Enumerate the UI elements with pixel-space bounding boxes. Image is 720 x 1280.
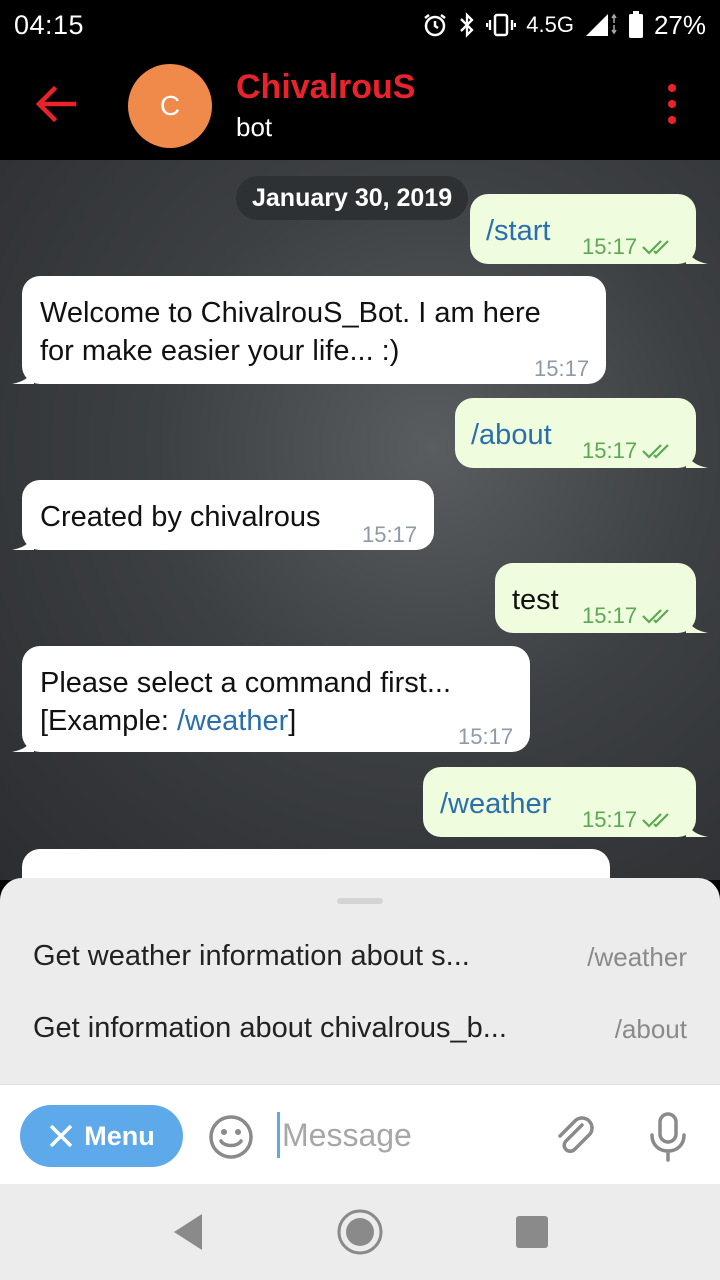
microphone-icon[interactable] bbox=[646, 1111, 690, 1163]
vibrate-icon bbox=[486, 12, 517, 38]
message-text-segment: [Example: bbox=[40, 705, 177, 737]
message-text-line: [Example: /weather] bbox=[40, 702, 296, 740]
system-nav-bar bbox=[0, 1184, 720, 1280]
nav-back-icon[interactable] bbox=[170, 1212, 206, 1252]
message-time: 15:17 bbox=[534, 356, 590, 381]
double-check-icon bbox=[642, 444, 669, 459]
message-text-line: for make easier your life... :) bbox=[40, 335, 400, 367]
command-description: Get weather information about s... bbox=[33, 940, 470, 972]
double-check-icon bbox=[642, 240, 669, 255]
double-check-icon bbox=[642, 813, 669, 828]
message-text-line: Welcome to ChivalrouS_Bot. I am here bbox=[40, 297, 541, 329]
text-cursor bbox=[277, 1112, 280, 1158]
date-label: January 30, 2019 bbox=[252, 183, 453, 212]
message-text-segment: ] bbox=[288, 705, 297, 737]
date-separator: January 30, 2019 bbox=[236, 176, 469, 220]
nav-recents-icon[interactable] bbox=[516, 1216, 548, 1248]
battery-icon bbox=[628, 11, 644, 39]
message-incoming[interactable]: Please select a command first... [Exampl… bbox=[12, 646, 530, 752]
alarm-icon bbox=[422, 12, 448, 38]
message-outgoing[interactable]: /start 15:17 bbox=[470, 194, 708, 266]
bot-command-panel: Get weather information about s... /weat… bbox=[0, 878, 720, 1084]
signal-icon bbox=[584, 12, 618, 38]
message-outgoing[interactable]: test 15:17 bbox=[495, 563, 708, 635]
message-incoming[interactable]: Created by chivalrous 15:17 bbox=[12, 480, 434, 550]
command-suggestion[interactable]: Get weather information about s... /weat… bbox=[0, 922, 720, 994]
message-text[interactable]: /about bbox=[471, 416, 552, 454]
chat-title[interactable]: ChivalrouS bbox=[236, 68, 415, 107]
command-link[interactable]: /weather bbox=[177, 705, 288, 737]
menu-button[interactable]: Menu bbox=[20, 1105, 183, 1167]
message-meta: 15:17 bbox=[582, 432, 675, 470]
close-icon bbox=[50, 1124, 73, 1148]
message-text-line: Please select a command first... bbox=[40, 667, 451, 699]
message-text: test bbox=[512, 584, 559, 616]
panel-drag-handle[interactable] bbox=[337, 898, 383, 904]
network-type: 4.5G bbox=[526, 12, 574, 37]
message-meta: 15:17 bbox=[582, 597, 675, 635]
nav-home-icon[interactable] bbox=[336, 1208, 384, 1256]
message-meta: 15:17 bbox=[582, 228, 675, 266]
status-icons: 4.5G 27% bbox=[422, 10, 706, 41]
status-time: 04:15 bbox=[14, 9, 85, 40]
message-text: Created by chivalrous bbox=[40, 501, 321, 533]
message-list[interactable]: /start 15:17 January 30, 2019 Welcome to… bbox=[0, 160, 720, 880]
message-meta: 15:17 bbox=[362, 516, 417, 554]
menu-button-label: Menu bbox=[84, 1120, 155, 1151]
bluetooth-icon bbox=[458, 12, 476, 38]
message-composer: Menu Message bbox=[0, 1084, 720, 1184]
message-meta: 15:17 bbox=[458, 718, 513, 756]
battery-level: 27% bbox=[653, 9, 706, 40]
message-text[interactable]: /start bbox=[486, 212, 550, 250]
command-suggestion[interactable]: Get information about chivalrous_b... /a… bbox=[0, 994, 720, 1066]
attach-paperclip-icon[interactable] bbox=[552, 1113, 600, 1161]
message-incoming-partial[interactable] bbox=[22, 849, 610, 880]
chat-header: C ChivalrouS bot bbox=[0, 50, 720, 160]
message-time: 15:17 bbox=[582, 438, 638, 463]
avatar-letter: C bbox=[159, 90, 181, 121]
message-meta: 15:17 bbox=[582, 801, 675, 839]
emoji-icon[interactable] bbox=[207, 1113, 255, 1161]
more-options-icon[interactable] bbox=[662, 84, 682, 124]
message-time: 15:17 bbox=[362, 522, 418, 547]
status-bar: 04:15 4.5G 27% bbox=[0, 0, 720, 50]
message-time: 15:17 bbox=[582, 234, 638, 259]
avatar[interactable]: C bbox=[128, 64, 212, 148]
message-placeholder: Message bbox=[282, 1116, 412, 1153]
command-name: /weather bbox=[587, 942, 687, 972]
message-input[interactable]: Message bbox=[277, 1109, 527, 1161]
message-text[interactable]: /weather bbox=[440, 785, 551, 823]
back-arrow-icon[interactable] bbox=[34, 84, 78, 124]
command-description: Get information about chivalrous_b... bbox=[33, 1012, 507, 1044]
message-meta: 15:17 bbox=[534, 350, 589, 388]
double-check-icon bbox=[642, 609, 669, 624]
message-time: 15:17 bbox=[582, 807, 638, 832]
message-outgoing[interactable]: /weather 15:17 bbox=[423, 767, 708, 839]
command-name: /about bbox=[614, 1014, 687, 1044]
message-outgoing[interactable]: /about 15:17 bbox=[455, 398, 708, 470]
chat-subtitle: bot bbox=[236, 112, 273, 142]
message-time: 15:17 bbox=[582, 603, 638, 628]
message-incoming[interactable]: Welcome to ChivalrouS_Bot. I am here for… bbox=[12, 276, 606, 384]
message-time: 15:17 bbox=[458, 724, 514, 749]
